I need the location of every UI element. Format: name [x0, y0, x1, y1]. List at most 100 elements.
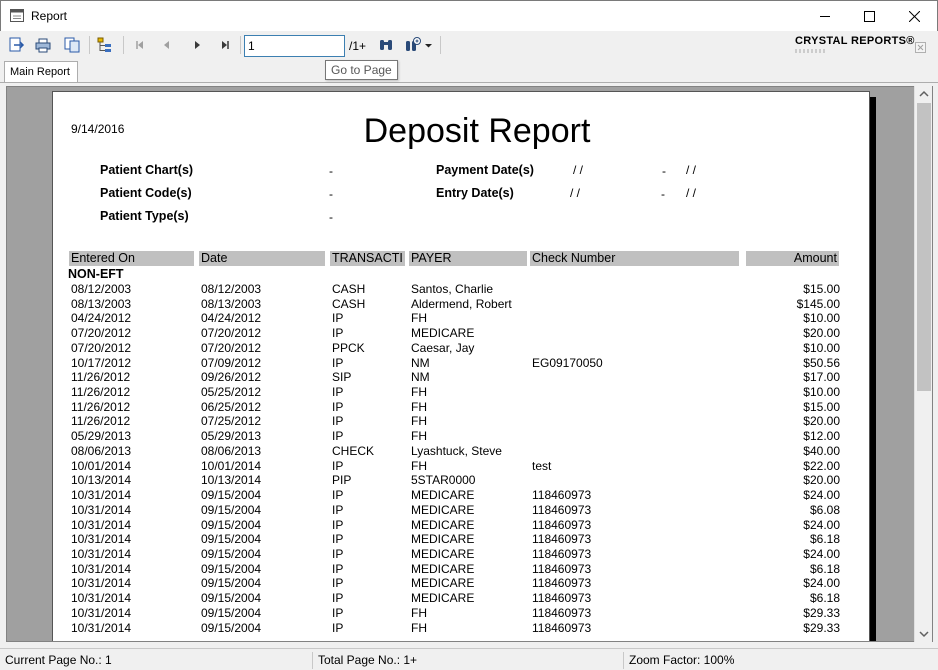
tab-main-report[interactable]: Main Report — [4, 61, 78, 82]
transaction-cell: IP — [332, 488, 344, 503]
entered-on-cell: 10/31/2014 — [71, 591, 132, 606]
transaction-cell: IP — [332, 502, 344, 517]
column-header-payer: PAYER — [409, 251, 527, 266]
table-row: 07/20/2012 07/20/2012 PPCK Caesar, Jay $10.0… — [53, 341, 871, 356]
minimize-button[interactable] — [803, 1, 849, 31]
vertical-scrollbar[interactable] — [914, 86, 932, 642]
column-header-transaction: TRANSACTI — [330, 251, 405, 266]
close-view-icon[interactable] — [915, 40, 926, 53]
first-page-icon[interactable] — [131, 36, 149, 54]
payment-date-label: Payment Date(s) — [436, 163, 534, 177]
amount-cell: $145.00 — [796, 296, 840, 311]
next-page-icon[interactable] — [188, 36, 206, 54]
last-page-icon[interactable] — [216, 36, 234, 54]
patient-code-label: Patient Code(s) — [100, 186, 192, 200]
table-row: 10/31/2014 09/15/2004 IP MEDICARE 118460973 $… — [53, 562, 871, 577]
entered-on-cell: 07/20/2012 — [71, 326, 132, 341]
amount-cell: $15.00 — [803, 282, 840, 296]
payer-cell: Lyashtuck, Steve — [411, 443, 502, 458]
date-cell: 05/29/2013 — [201, 429, 262, 444]
go-to-page-input[interactable] — [244, 35, 345, 57]
copy-icon[interactable] — [63, 36, 81, 54]
zoom-icon[interactable] — [404, 36, 422, 54]
report-viewer[interactable]: 9/14/2016 Deposit Report Patient Chart(s… — [6, 86, 933, 642]
maximize-button[interactable] — [847, 1, 893, 31]
payer-cell: MEDICARE — [411, 591, 475, 606]
column-header-amount: Amount — [746, 251, 839, 266]
patient-code-value: - — [329, 187, 333, 201]
amount-cell: $24.00 — [803, 546, 840, 561]
amount-cell: $6.08 — [809, 502, 840, 517]
scrollbar-thumb[interactable] — [917, 103, 931, 391]
group-tree-icon[interactable] — [96, 36, 114, 54]
date-cell: 09/15/2004 — [201, 546, 262, 561]
payment-date-dash: - — [662, 164, 666, 178]
transaction-cell: SIP — [332, 370, 352, 385]
transaction-cell: IP — [332, 591, 344, 606]
date-cell: 10/13/2014 — [201, 473, 262, 488]
check-number-cell: 118460973 — [532, 591, 592, 606]
payer-cell: Aldermend, Robert — [411, 296, 512, 311]
entered-on-cell: 08/13/2003 — [71, 296, 132, 311]
entered-on-cell: 10/31/2014 — [71, 546, 132, 561]
print-icon[interactable] — [34, 36, 52, 54]
date-cell: 04/24/2012 — [201, 311, 262, 326]
transaction-cell: IP — [332, 605, 344, 620]
amount-cell: $15.00 — [803, 399, 840, 414]
check-number-cell: test — [532, 458, 552, 473]
payer-cell: FH — [411, 605, 427, 620]
entered-on-cell: 10/13/2014 — [71, 473, 132, 488]
scroll-down-icon[interactable] — [915, 625, 933, 642]
toolbar-separator — [440, 36, 441, 54]
payer-cell: FH — [411, 458, 427, 473]
toolbar-separator — [89, 36, 90, 54]
zoom-dropdown-icon[interactable] — [424, 36, 433, 54]
entry-date-from: / / — [570, 186, 581, 200]
zoom-factor-status: Zoom Factor: 100% — [623, 652, 938, 669]
date-cell: 07/25/2012 — [201, 414, 262, 429]
report-title: Deposit Report — [363, 112, 591, 150]
amount-cell: $24.00 — [803, 576, 840, 591]
table-row: 11/26/2012 05/25/2012 IP FH $10.00 — [53, 385, 871, 400]
payer-cell: MEDICARE — [411, 532, 475, 547]
payer-cell: MEDICARE — [411, 561, 475, 576]
previous-page-icon[interactable] — [158, 36, 176, 54]
transaction-cell: IP — [332, 326, 344, 341]
payment-date-to: / / — [686, 163, 697, 177]
transaction-cell: PPCK — [332, 340, 365, 355]
tab-strip: Main Report — [0, 60, 938, 83]
export-icon[interactable] — [7, 36, 25, 54]
date-cell: 09/15/2004 — [201, 502, 262, 517]
amount-cell: $29.33 — [803, 620, 840, 635]
transaction-cell: IP — [332, 414, 344, 429]
date-cell: 06/25/2012 — [201, 399, 262, 414]
tab-divider — [0, 82, 938, 83]
close-button[interactable] — [892, 1, 938, 31]
check-number-cell: 118460973 — [532, 502, 592, 517]
column-header-date: Date — [199, 251, 325, 266]
scroll-up-icon[interactable] — [915, 86, 933, 103]
check-number-cell: 118460973 — [532, 620, 592, 635]
report-rows: 08/12/2003 08/12/2003 CASH Santos, Charlie $… — [53, 282, 871, 635]
amount-cell: $6.18 — [809, 532, 840, 547]
amount-cell: $40.00 — [803, 443, 840, 458]
toolbar-separator — [123, 36, 124, 54]
entry-date-label: Entry Date(s) — [436, 186, 514, 200]
amount-cell: $20.00 — [803, 473, 840, 488]
status-bar: Current Page No.: 1 Total Page No.: 1+ Z… — [0, 648, 938, 670]
table-row: 08/06/2013 08/06/2013 CHECK Lyashtuck, Stev… — [53, 444, 871, 459]
amount-cell: $20.00 — [803, 326, 840, 341]
check-number-cell: EG09170050 — [532, 355, 603, 370]
find-binoculars-icon[interactable] — [377, 36, 395, 54]
patient-type-label: Patient Type(s) — [100, 209, 189, 223]
entered-on-cell: 11/26/2012 — [71, 370, 131, 385]
amount-cell: $29.33 — [803, 605, 840, 620]
date-cell: 09/15/2004 — [201, 620, 262, 635]
amount-cell: $50.56 — [803, 355, 840, 370]
transaction-cell: IP — [332, 399, 344, 414]
payer-cell: MEDICARE — [411, 502, 475, 517]
payer-cell: MEDICARE — [411, 326, 475, 341]
table-row: 10/31/2014 09/15/2004 IP MEDICARE 118460973 $… — [53, 591, 871, 606]
table-row: 10/31/2014 09/15/2004 IP FH 118460973 $29.33 — [53, 606, 871, 621]
patient-chart-value: - — [329, 164, 333, 178]
